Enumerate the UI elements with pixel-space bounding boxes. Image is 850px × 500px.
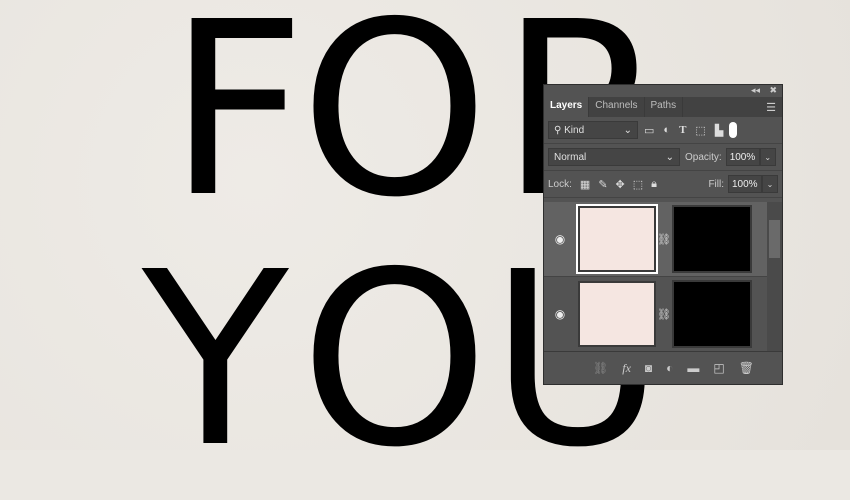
tab-paths[interactable]: Paths — [645, 97, 684, 117]
new-group-icon[interactable]: ▬ — [687, 361, 699, 375]
new-layer-icon[interactable]: ◰ — [713, 361, 724, 375]
close-icon[interactable]: ✖ — [769, 85, 777, 96]
lock-artboard-icon[interactable]: ⬚ — [633, 178, 643, 191]
layer-row[interactable]: ◉ ⛓ — [544, 202, 768, 277]
lock-all-icon[interactable]: 🔒︎ — [651, 178, 657, 191]
blend-mode-value: Normal — [554, 151, 587, 163]
lock-label: Lock: — [548, 178, 572, 190]
blend-mode-select[interactable]: Normal ⌄ — [548, 148, 680, 166]
smart-object-filter-icon[interactable]: ▙ — [715, 124, 723, 137]
tab-channels[interactable]: Channels — [589, 97, 645, 117]
adjustment-filter-icon[interactable]: ◐ — [663, 124, 670, 136]
eye-icon[interactable]: ◉ — [544, 232, 576, 246]
delete-layer-icon[interactable]: 🗑︎ — [739, 361, 754, 375]
lock-image-icon[interactable]: ✎ — [598, 178, 607, 191]
layers-scrollbar[interactable] — [767, 202, 782, 352]
adjustment-layer-icon[interactable]: ◐ — [666, 361, 673, 375]
shape-filter-icon[interactable]: ⬚ — [695, 124, 705, 137]
canvas-letter: Y — [142, 220, 289, 500]
opacity-label: Opacity: — [685, 151, 722, 163]
eye-icon[interactable]: ◉ — [544, 307, 576, 321]
fill-input[interactable]: 100% — [728, 175, 762, 193]
layer-row[interactable]: ◉ ⛓ — [544, 277, 768, 352]
fx-icon[interactable]: fx — [622, 361, 631, 376]
link-icon[interactable]: ⛓ — [656, 233, 672, 246]
type-filter-icon[interactable]: T — [679, 124, 686, 136]
layer-mask-thumbnail[interactable] — [672, 205, 752, 273]
collapse-icon[interactable]: ◂◂ — [751, 85, 760, 96]
fill-dropdown[interactable]: ⌄ — [762, 175, 778, 193]
filter-kind-value: Kind — [564, 124, 585, 136]
lock-transparent-icon[interactable]: ▦ — [580, 178, 590, 191]
link-icon[interactable]: ⛓ — [656, 308, 672, 321]
layer-thumbnail[interactable] — [578, 281, 656, 347]
filter-toggle[interactable] — [729, 122, 738, 138]
image-filter-icon[interactable]: ▭ — [644, 124, 654, 137]
layer-mask-thumbnail[interactable] — [672, 280, 752, 348]
layers-panel: ◂◂ ✖ Layers Channels Paths ☰ ⚲ Kind ⌄ ▭ ◐ … — [543, 84, 783, 385]
filter-kind-select[interactable]: ⚲ Kind ⌄ — [548, 121, 638, 139]
opacity-dropdown[interactable]: ⌄ — [759, 148, 776, 166]
canvas-letter: O — [300, 0, 489, 250]
tab-layers[interactable]: Layers — [544, 97, 590, 117]
canvas-letter: F — [168, 0, 307, 250]
canvas-letter: O — [300, 220, 489, 500]
link-layers-icon[interactable]: ⛓ — [593, 361, 608, 375]
add-mask-icon[interactable]: ◙ — [645, 361, 652, 375]
opacity-input[interactable]: 100% — [725, 148, 760, 166]
search-icon: ⚲ — [554, 124, 565, 136]
lock-position-icon[interactable]: ✥ — [616, 178, 625, 191]
panel-menu-icon[interactable]: ☰ — [766, 101, 776, 114]
layer-thumbnail[interactable] — [576, 204, 658, 274]
fill-label: Fill: — [708, 178, 724, 190]
